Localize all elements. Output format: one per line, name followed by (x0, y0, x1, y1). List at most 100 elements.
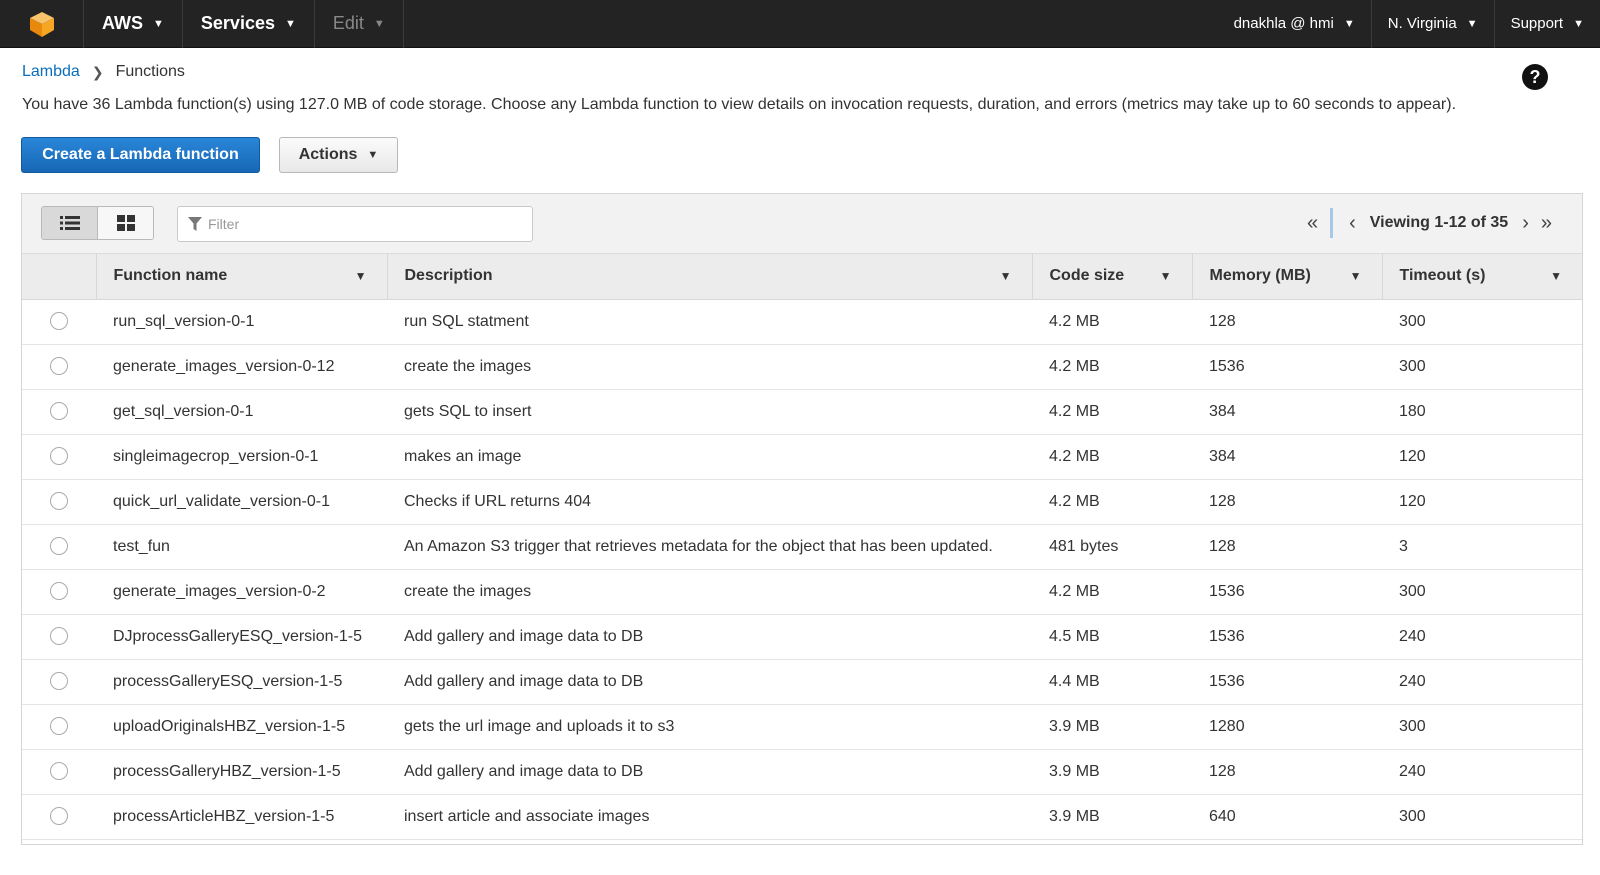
cell-memory: 384 (1209, 402, 1236, 420)
header-memory-label: Memory (MB) (1209, 267, 1311, 285)
cell-memory: 128 (1209, 492, 1236, 510)
create-lambda-function-button[interactable]: Create a Lambda function (21, 137, 260, 173)
cell-code-size: 4.2 MB (1049, 357, 1100, 375)
cell-code-size: 3.9 MB (1049, 717, 1100, 735)
cell-description: An Amazon S3 trigger that retrieves meta… (404, 537, 993, 555)
radio-icon[interactable] (50, 447, 68, 466)
actions-button[interactable]: Actions ▼ (279, 137, 398, 173)
nav-region-label: N. Virginia (1387, 15, 1457, 32)
cell-function-name: generate_images_version-0-12 (113, 357, 335, 375)
aws-cube-icon (29, 11, 54, 37)
nav-brand-menu[interactable]: AWS ▼ (84, 0, 183, 48)
table-row[interactable]: singleimagecrop_version-0-1 makes an imag… (22, 434, 1582, 479)
cell-code-size: 4.2 MB (1049, 402, 1100, 420)
cell-memory: 640 (1209, 807, 1236, 825)
radio-icon[interactable] (50, 717, 68, 736)
aws-logo[interactable] (0, 0, 84, 48)
nav-edit-menu[interactable]: Edit ▼ (315, 0, 404, 48)
cell-function-name: run_sql_version-0-1 (113, 312, 255, 330)
radio-icon[interactable] (50, 627, 68, 646)
header-timeout[interactable]: Timeout (s) ▼ (1382, 254, 1582, 300)
radio-icon[interactable] (50, 402, 68, 421)
table-row[interactable]: quick_url_validate_version-0-1 Checks if … (22, 479, 1582, 524)
sort-icon[interactable]: ▼ (1160, 269, 1172, 283)
nav-user-label: dnakhla @ hmi (1233, 15, 1334, 32)
cell-description: create the images (404, 357, 532, 375)
cell-memory: 1536 (1209, 672, 1245, 690)
nav-region-menu[interactable]: N. Virginia ▼ (1370, 0, 1494, 48)
header-memory[interactable]: Memory (MB) ▼ (1192, 254, 1383, 300)
nav-user-menu[interactable]: dnakhla @ hmi ▼ (1218, 0, 1371, 48)
row-select-cell (22, 344, 96, 389)
nav-services-label: Services (200, 13, 275, 33)
functions-table: Function name ▼ Description ▼ Code size ▼ M… (22, 254, 1582, 840)
sort-icon[interactable]: ▼ (1000, 269, 1012, 283)
filter-box (177, 206, 533, 242)
first-page-icon[interactable]: « (1307, 212, 1318, 235)
table-row[interactable]: generate_images_version-0-2 create the im… (22, 569, 1582, 614)
view-toggle (41, 206, 154, 240)
table-row[interactable]: uploadOriginalsHBZ_version-1-5 gets the u… (22, 704, 1582, 749)
cell-timeout: 300 (1399, 357, 1426, 375)
table-toolbar: « ‹ Viewing 1-12 of 35 › » (22, 194, 1582, 254)
table-row[interactable]: processGalleryHBZ_version-1-5 Add gallery… (22, 749, 1582, 794)
prev-page-icon[interactable]: ‹ (1349, 212, 1356, 235)
filter-input[interactable] (208, 216, 508, 232)
cell-function-name: DJprocessGalleryESQ_version-1-5 (113, 627, 362, 645)
row-select-cell (22, 479, 96, 524)
row-select-cell (22, 299, 96, 344)
list-view-button[interactable] (42, 207, 98, 239)
caret-down-icon: ▼ (373, 17, 385, 30)
radio-icon[interactable] (50, 312, 68, 331)
cell-timeout: 300 (1399, 582, 1426, 600)
header-code-size[interactable]: Code size ▼ (1032, 254, 1193, 300)
header-timeout-label: Timeout (s) (1399, 267, 1486, 285)
nav-brand-label: AWS (102, 13, 144, 33)
radio-icon[interactable] (50, 762, 68, 781)
table-row[interactable]: run_sql_version-0-1 run SQL statment 4.2 M… (22, 299, 1582, 344)
table-row[interactable]: processArticleHBZ_version-1-5 insert arti… (22, 794, 1582, 839)
caret-down-icon: ▼ (1573, 17, 1584, 30)
breadcrumb-lambda-link[interactable]: Lambda (22, 63, 80, 81)
sort-icon[interactable]: ▼ (355, 269, 367, 283)
table-row[interactable]: get_sql_version-0-1 gets SQL to insert 4.2… (22, 389, 1582, 434)
next-page-icon[interactable]: › (1522, 212, 1529, 235)
cell-function-name: get_sql_version-0-1 (113, 402, 254, 420)
sort-icon[interactable]: ▼ (1350, 269, 1362, 283)
pager-divider (1330, 208, 1334, 238)
row-select-cell (22, 524, 96, 569)
help-icon[interactable]: ? (1522, 64, 1548, 90)
cell-memory: 1536 (1209, 627, 1245, 645)
radio-icon[interactable] (50, 357, 68, 376)
table-row[interactable]: processGalleryESQ_version-1-5 Add gallery… (22, 659, 1582, 704)
table-row[interactable]: DJprocessGalleryESQ_version-1-5 Add galle… (22, 614, 1582, 659)
cell-function-name: quick_url_validate_version-0-1 (113, 492, 331, 510)
radio-icon[interactable] (50, 672, 68, 691)
radio-icon[interactable] (50, 807, 68, 826)
header-description[interactable]: Description ▼ (387, 254, 1033, 300)
grid-view-button[interactable] (98, 207, 153, 239)
table-row[interactable]: test_fun An Amazon S3 trigger that retrie… (22, 524, 1582, 569)
last-page-icon[interactable]: » (1541, 212, 1552, 235)
nav-edit-label: Edit (332, 13, 364, 33)
functions-panel: « ‹ Viewing 1-12 of 35 › » Function name… (21, 193, 1583, 845)
header-function-name[interactable]: Function name ▼ (96, 254, 388, 300)
table-row[interactable]: generate_images_version-0-12 create the i… (22, 344, 1582, 389)
cell-function-name: generate_images_version-0-2 (113, 582, 326, 600)
header-description-label: Description (404, 267, 493, 285)
sort-icon[interactable]: ▼ (1550, 269, 1562, 283)
radio-icon[interactable] (50, 537, 68, 556)
cell-memory: 1536 (1209, 357, 1245, 375)
cell-code-size: 4.5 MB (1049, 627, 1100, 645)
radio-icon[interactable] (50, 582, 68, 601)
row-select-cell (22, 569, 96, 614)
nav-services-menu[interactable]: Services ▼ (183, 0, 315, 48)
cell-code-size: 481 bytes (1049, 537, 1119, 555)
cell-description: Add gallery and image data to DB (404, 762, 644, 780)
header-select (22, 254, 97, 300)
header-function-name-label: Function name (113, 267, 228, 285)
radio-icon[interactable] (50, 492, 68, 511)
nav-support-menu[interactable]: Support ▼ (1493, 0, 1600, 48)
table-body: run_sql_version-0-1 run SQL statment 4.2 M… (22, 299, 1582, 839)
cell-description: run SQL statment (404, 312, 529, 330)
